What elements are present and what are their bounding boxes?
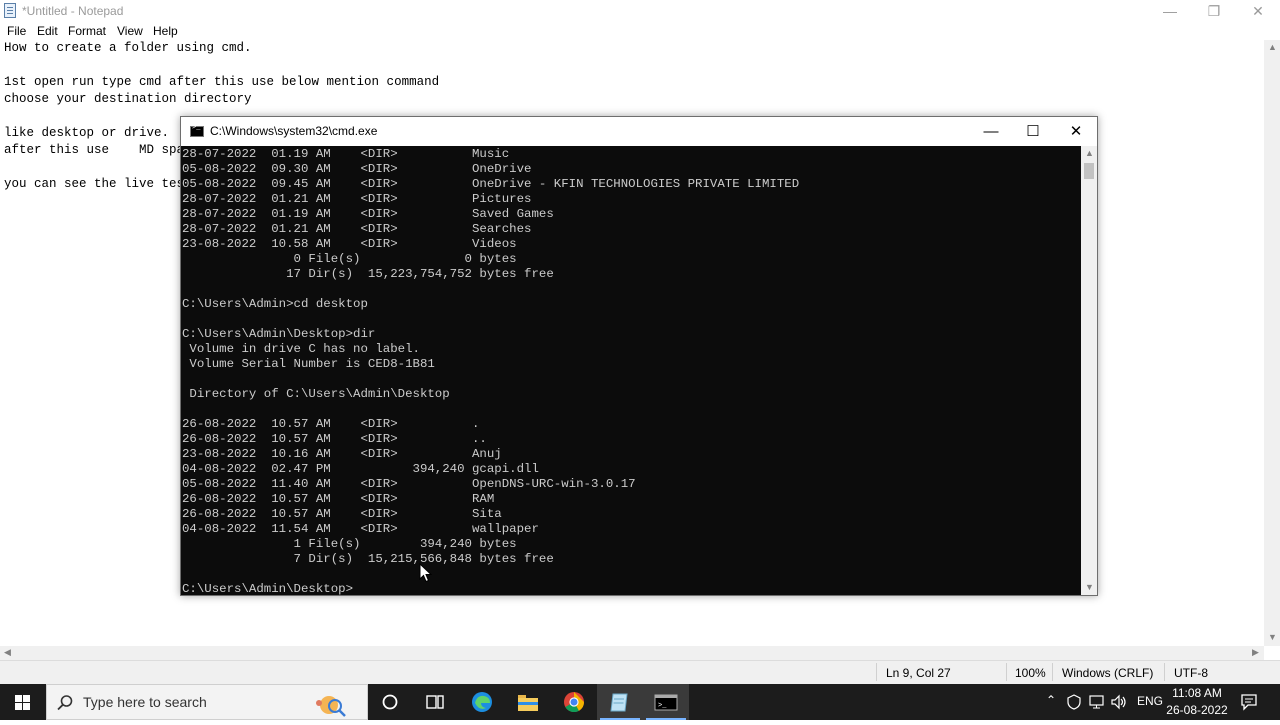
minimize-icon[interactable]: —: [1148, 0, 1192, 22]
notepad-title: *Untitled - Notepad: [22, 4, 124, 18]
console-line: 04-08-2022 11.54 AM <DIR> wallpaper: [182, 522, 539, 536]
close-icon[interactable]: ✕: [1236, 0, 1280, 22]
status-encoding: UTF-8: [1174, 666, 1208, 680]
taskbar-edge[interactable]: [459, 684, 505, 720]
notepad-icon: [4, 3, 16, 18]
chrome-icon: [564, 692, 585, 713]
clock-time[interactable]: 11:08 AM: [1166, 686, 1228, 700]
edge-icon: [472, 692, 492, 712]
status-line-ending: Windows (CRLF): [1062, 666, 1154, 680]
console-line: 05-08-2022 09.30 AM <DIR> OneDrive: [182, 162, 532, 176]
console-line: 23-08-2022 10.58 AM <DIR> Videos: [182, 237, 517, 251]
show-hidden-icons-icon[interactable]: ⌃: [1046, 693, 1056, 707]
search-placeholder: Type here to search: [83, 694, 207, 710]
console-line: 04-08-2022 02.47 PM 394,240 gcapi.dll: [182, 462, 539, 476]
cmd-minimize-icon[interactable]: —: [969, 117, 1013, 146]
menu-file[interactable]: File: [7, 24, 26, 38]
scroll-up-icon[interactable]: ▲: [1268, 42, 1277, 52]
console-line: 0 File(s) 0 bytes: [182, 252, 517, 266]
cmd-scroll-up-icon[interactable]: ▲: [1085, 148, 1094, 158]
console-line: C:\Users\Admin\Desktop>dir: [182, 327, 376, 341]
task-view-button[interactable]: [368, 684, 414, 720]
text-line: after this use MD spa: [4, 143, 185, 157]
start-button[interactable]: [0, 684, 46, 720]
console-line: 28-07-2022 01.21 AM <DIR> Pictures: [182, 192, 532, 206]
console-line: 28-07-2022 01.19 AM <DIR> Music: [182, 147, 510, 161]
console-line: Volume in drive C has no label.: [182, 342, 420, 356]
cortana-icon: [382, 694, 398, 710]
menu-edit[interactable]: Edit: [37, 24, 58, 38]
scroll-down-icon[interactable]: ▼: [1268, 632, 1277, 642]
taskbar-search-box[interactable]: Type here to search: [46, 684, 368, 720]
restore-icon[interactable]: ❐: [1192, 0, 1236, 22]
taskbar-chrome[interactable]: [551, 684, 597, 720]
console-line: Volume Serial Number is CED8-1B81: [182, 357, 435, 371]
cmd-window[interactable]: C:\Windows\system32\cmd.exe — ☐ ✕ 28-07-…: [180, 116, 1098, 596]
console-line: 28-07-2022 01.21 AM <DIR> Searches: [182, 222, 532, 236]
console-line: 26-08-2022 10.57 AM <DIR> .: [182, 417, 480, 431]
console-line: 28-07-2022 01.19 AM <DIR> Saved Games: [182, 207, 554, 221]
taskbar-notepad[interactable]: [597, 684, 643, 720]
cmd-title: C:\Windows\system32\cmd.exe: [210, 124, 378, 138]
cmd-app-icon: >_: [654, 694, 678, 711]
menu-view[interactable]: View: [117, 24, 143, 38]
console-line: C:\Users\Admin\Desktop>: [182, 582, 354, 595]
console-line: 05-08-2022 09.45 AM <DIR> OneDrive - KFI…: [182, 177, 800, 191]
notifications-icon[interactable]: [1240, 693, 1258, 711]
taskbar-file-explorer[interactable]: [505, 684, 551, 720]
mouse-pointer-icon: [419, 563, 433, 583]
notepad-statusbar: Ln 9, Col 27 100% Windows (CRLF) UTF-8: [0, 660, 1280, 684]
cmd-scroll-down-icon[interactable]: ▼: [1085, 582, 1094, 592]
task-view-icon: [426, 695, 444, 709]
text-line: How to create a folder using cmd.: [4, 41, 252, 55]
console-line: 23-08-2022 10.16 AM <DIR> Anuj: [182, 447, 502, 461]
console-line: 17 Dir(s) 15,223,754,752 bytes free: [182, 267, 554, 281]
cmd-scroll-thumb[interactable]: [1084, 163, 1094, 179]
console-line: 26-08-2022 10.57 AM <DIR> ..: [182, 432, 487, 446]
taskbar-task-view[interactable]: [412, 684, 458, 720]
notepad-menubar: File Edit Format View Help: [0, 22, 1280, 40]
console-line: 26-08-2022 10.57 AM <DIR> RAM: [182, 492, 495, 506]
security-icon[interactable]: [1066, 694, 1082, 710]
volume-icon[interactable]: [1110, 694, 1128, 710]
console-line: Directory of C:\Users\Admin\Desktop: [182, 387, 450, 401]
console-line: 05-08-2022 11.40 AM <DIR> OpenDNS-URC-wi…: [182, 477, 636, 491]
taskbar: Type here to search >_ ⌃ ENG 11:08 AM 26…: [0, 684, 1280, 720]
text-line: choose your destination directory: [4, 92, 252, 106]
language-indicator[interactable]: ENG: [1137, 694, 1163, 708]
notepad-vertical-scrollbar[interactable]: ▲ ▼: [1264, 40, 1280, 646]
cmd-vertical-scrollbar[interactable]: ▲ ▼: [1081, 146, 1097, 595]
taskbar-cmd[interactable]: >_: [643, 684, 689, 720]
clock-date[interactable]: 26-08-2022: [1166, 703, 1228, 717]
cmd-maximize-icon[interactable]: ☐: [1011, 117, 1055, 146]
console-line: 1 File(s) 394,240 bytes: [182, 537, 517, 551]
cmd-console[interactable]: 28-07-2022 01.19 AM <DIR> Music 05-08-202…: [181, 146, 1081, 595]
console-line: 26-08-2022 10.57 AM <DIR> Sita: [182, 507, 502, 521]
notepad-app-icon: [610, 693, 628, 712]
text-line: you can see the live tes: [4, 177, 185, 191]
text-line: 1st open run type cmd after this use bel…: [4, 75, 440, 89]
cmd-close-icon[interactable]: ✕: [1054, 117, 1098, 146]
status-position: Ln 9, Col 27: [886, 666, 951, 680]
text-line: like desktop or drive.: [4, 126, 170, 140]
notepad-titlebar: *Untitled - Notepad — ❐ ✕: [0, 0, 1280, 22]
svg-text:>_: >_: [658, 702, 667, 710]
console-line: C:\Users\Admin>cd desktop: [182, 297, 368, 311]
scroll-right-icon[interactable]: ▶: [1252, 647, 1259, 658]
windows-logo-icon: [15, 695, 30, 710]
folder-icon: [518, 695, 538, 711]
menu-format[interactable]: Format: [68, 24, 106, 38]
network-icon[interactable]: [1088, 694, 1106, 710]
scroll-left-icon[interactable]: ◀: [4, 647, 11, 658]
cmd-titlebar[interactable]: C:\Windows\system32\cmd.exe — ☐ ✕: [181, 117, 1097, 146]
search-icon: [57, 695, 73, 711]
console-line: 7 Dir(s) 15,215,566,848 bytes free: [182, 552, 554, 566]
search-highlight-icon: [316, 696, 346, 717]
notepad-horizontal-scrollbar[interactable]: ◀ ▶: [0, 646, 1264, 660]
menu-help[interactable]: Help: [153, 24, 178, 38]
status-zoom: 100%: [1015, 666, 1046, 680]
cmd-icon: [190, 124, 204, 137]
